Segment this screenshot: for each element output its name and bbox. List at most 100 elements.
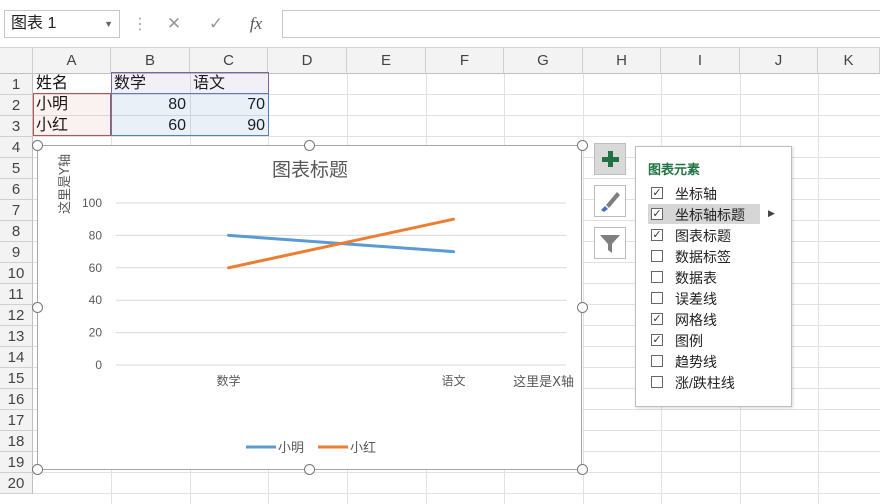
resize-handle[interactable]	[304, 464, 315, 475]
checkbox[interactable]: ✓	[651, 334, 663, 346]
values-range	[111, 93, 269, 136]
y-axis-title: 这里是Y轴	[57, 154, 73, 214]
checkbox[interactable]	[651, 355, 663, 367]
row-header-13[interactable]: 13	[0, 326, 33, 347]
row-header-1[interactable]: 1	[0, 74, 33, 95]
row-header-8[interactable]: 8	[0, 221, 33, 242]
column-gridline	[818, 74, 819, 504]
chart-element-option[interactable]: 涨/跌柱线	[648, 372, 778, 392]
column-header-k[interactable]: K	[818, 48, 880, 74]
y-tick-label: 40	[89, 293, 103, 307]
resize-handle[interactable]	[32, 140, 43, 151]
option-label: 图表标题	[675, 228, 731, 244]
select-all-corner[interactable]	[0, 48, 33, 74]
checkbox[interactable]: ✓	[651, 187, 663, 199]
row-header-17[interactable]: 17	[0, 410, 33, 431]
legend-label: 小明	[278, 441, 304, 456]
row-header-2[interactable]: 2	[0, 95, 33, 116]
row-header-14[interactable]: 14	[0, 347, 33, 368]
column-header-g[interactable]: G	[504, 48, 583, 74]
cell-a1[interactable]: 姓名	[33, 73, 110, 94]
column-header-j[interactable]: J	[740, 48, 818, 74]
chart-filters-button[interactable]	[594, 227, 626, 259]
y-tick-label: 0	[95, 358, 102, 372]
chart-styles-button[interactable]	[594, 185, 626, 217]
formula-bar: 图表 1 ▼ ⋮ ✕ ✓ fx	[0, 0, 880, 48]
row-gridline	[33, 472, 880, 473]
chart-element-option[interactable]: ✓ 图例	[648, 330, 778, 350]
column-gridline	[583, 74, 584, 504]
option-label: 趋势线	[675, 354, 717, 370]
column-header-e[interactable]: E	[347, 48, 426, 74]
chart-element-option[interactable]: 数据表	[648, 267, 778, 287]
row-header-5[interactable]: 5	[0, 158, 33, 179]
chart-element-option[interactable]: 数据标签	[648, 246, 778, 266]
checkbox[interactable]	[651, 376, 663, 388]
filter-icon	[600, 235, 620, 253]
column-header-c[interactable]: C	[190, 48, 268, 74]
resize-handle[interactable]	[32, 302, 43, 313]
row-header-10[interactable]: 10	[0, 263, 33, 284]
column-header-i[interactable]: I	[661, 48, 740, 74]
legend-label: 小红	[350, 440, 376, 456]
row-header-6[interactable]: 6	[0, 179, 33, 200]
cancel-icon[interactable]: ✕	[154, 10, 194, 38]
resize-handle[interactable]	[577, 302, 588, 313]
column-header-a[interactable]: A	[33, 48, 111, 74]
option-label: 误差线	[675, 291, 717, 307]
option-label: 图例	[675, 333, 703, 349]
row-header-3[interactable]: 3	[0, 116, 33, 137]
option-label: 坐标轴	[675, 186, 717, 202]
confirm-icon[interactable]: ✓	[196, 10, 236, 38]
row-header-4[interactable]: 4	[0, 137, 33, 158]
y-tick-label: 60	[89, 261, 103, 275]
panel-title: 图表元素	[648, 162, 701, 177]
chevron-down-icon[interactable]: ▼	[104, 11, 113, 37]
row-header-11[interactable]: 11	[0, 284, 33, 305]
checkbox[interactable]: ✓	[651, 208, 663, 220]
column-header-h[interactable]: H	[583, 48, 661, 74]
chart-element-option[interactable]: 趋势线	[648, 351, 778, 371]
row-header-18[interactable]: 18	[0, 431, 33, 452]
row-header-19[interactable]: 19	[0, 452, 33, 473]
chart-element-option[interactable]: ✓ 图表标题	[648, 225, 778, 245]
brush-icon	[601, 192, 620, 212]
chart-elements-button[interactable]	[594, 143, 626, 175]
formula-input[interactable]	[282, 10, 880, 38]
chart-element-option[interactable]: 误差线	[648, 288, 778, 308]
insert-function-icon[interactable]: fx	[236, 10, 276, 38]
series-name-range	[33, 93, 111, 136]
row-header-7[interactable]: 7	[0, 200, 33, 221]
checkbox[interactable]	[651, 292, 663, 304]
resize-handle[interactable]	[304, 140, 315, 151]
checkbox[interactable]	[651, 271, 663, 283]
y-tick-label: 80	[89, 228, 103, 242]
row-header-9[interactable]: 9	[0, 242, 33, 263]
checkbox[interactable]: ✓	[651, 229, 663, 241]
name-box[interactable]: 图表 1 ▼	[4, 10, 120, 38]
line-chart[interactable]: 0 20 40 60 80 100 数学 语文 图表标题这里是X轴 这里是Y轴小明 小红	[38, 146, 583, 471]
y-tick-label: 20	[89, 326, 103, 340]
chart-title: 图表标题	[272, 159, 348, 181]
x-axis-title: 这里是X轴	[513, 374, 574, 390]
row-header-12[interactable]: 12	[0, 305, 33, 326]
option-label: 网格线	[675, 312, 717, 328]
chart-elements-panel: 图表元素 ✓ 坐标轴 ✓ 坐标轴标题 ✓ 图表标题 数据标签 数据表 误差线 ✓ 网格线 ✓ 图例 趋势线…	[635, 146, 792, 407]
resize-handle[interactable]	[577, 464, 588, 475]
column-header-d[interactable]: D	[268, 48, 347, 74]
row-header-15[interactable]: 15	[0, 368, 33, 389]
chart-element-option[interactable]: ✓ 网格线	[648, 309, 778, 329]
resize-handle[interactable]	[32, 464, 43, 475]
row-header-16[interactable]: 16	[0, 389, 33, 410]
row-header-20[interactable]: 20	[0, 473, 33, 494]
column-header-f[interactable]: F	[426, 48, 504, 74]
chart-area[interactable]: 0 20 40 60 80 100 数学 语文 图表标题 这里是X轴 这里是Y轴 小明 小红	[37, 145, 582, 470]
checkbox[interactable]: ✓	[651, 313, 663, 325]
chart-element-option[interactable]: ✓ 坐标轴标题	[648, 204, 760, 224]
column-header-b[interactable]: B	[111, 48, 190, 74]
resize-handle[interactable]	[577, 140, 588, 151]
chevron-right-icon[interactable]: ▶	[768, 208, 775, 219]
checkbox[interactable]	[651, 250, 663, 262]
option-label: 涨/跌柱线	[675, 375, 735, 391]
chart-element-option[interactable]: ✓ 坐标轴	[648, 183, 778, 203]
